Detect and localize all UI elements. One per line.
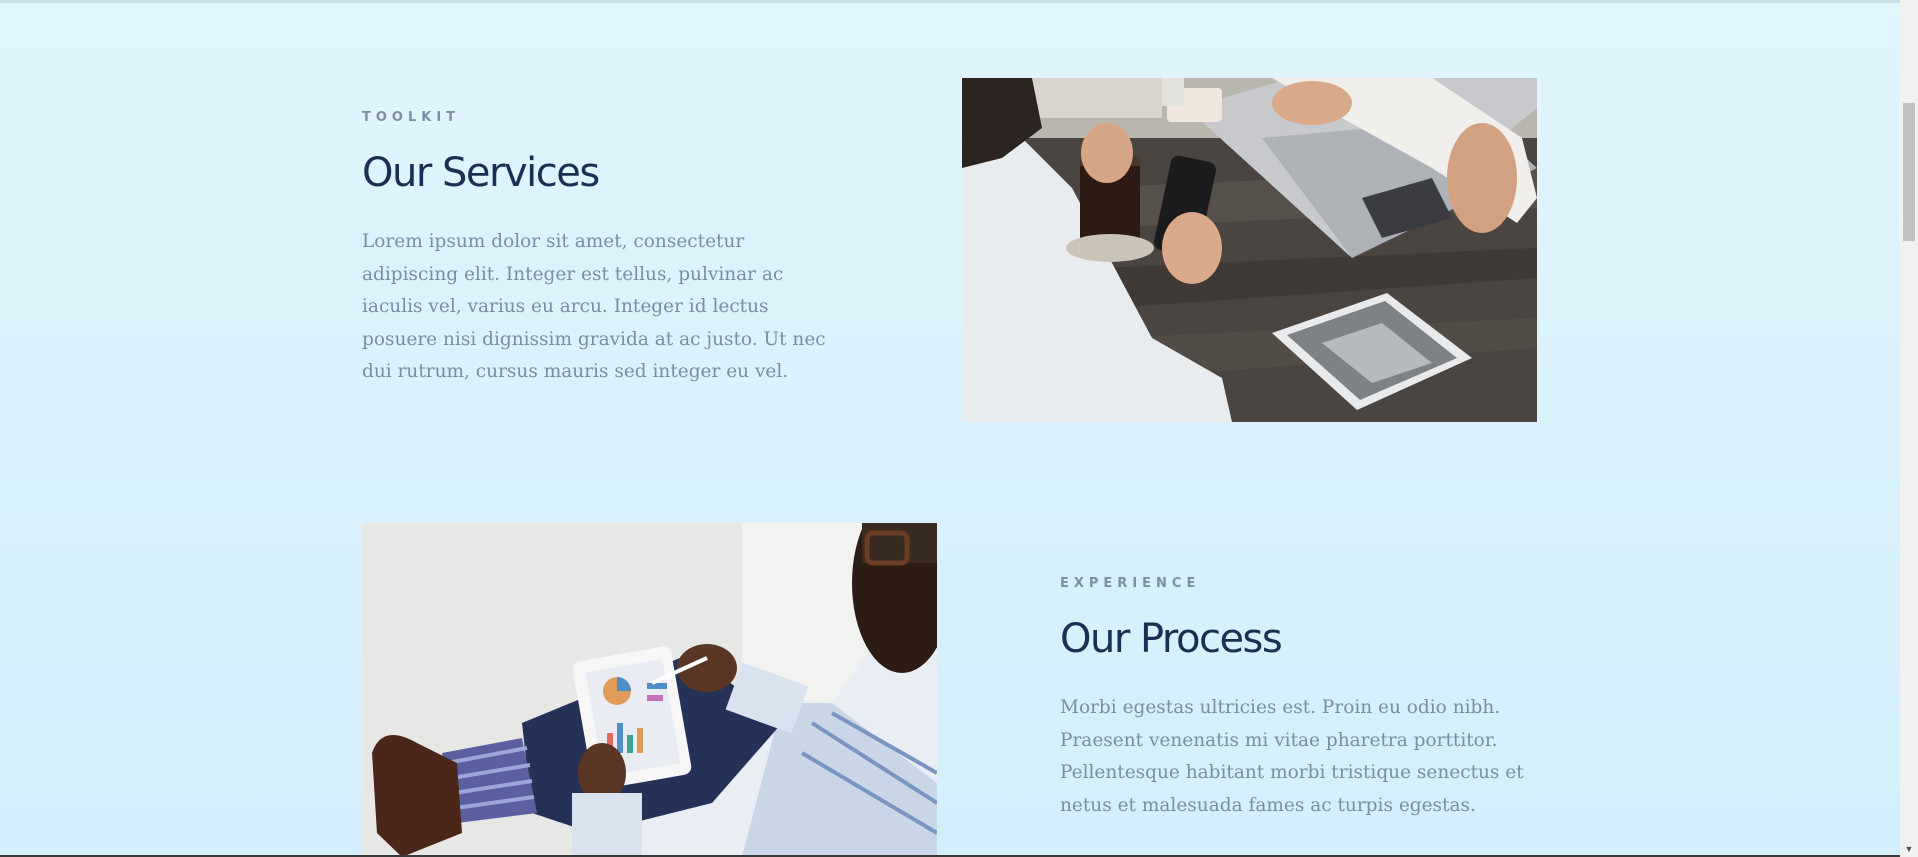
scroll-down-arrow-icon[interactable]: ▼	[1900, 841, 1918, 857]
services-description: Lorem ipsum dolor sit amet, consectetur …	[362, 231, 826, 382]
services-title: Our Services	[362, 150, 600, 196]
process-eyebrow: EXPERIENCE	[1060, 576, 1201, 591]
process-title: Our Process	[1060, 616, 1283, 662]
top-edge-strip	[0, 0, 1900, 3]
vertical-scrollbar[interactable]: ▼	[1900, 0, 1918, 857]
scrollbar-thumb[interactable]	[1903, 103, 1915, 241]
services-eyebrow: TOOLKIT	[362, 110, 461, 125]
services-photo	[962, 78, 1537, 422]
process-photo	[362, 523, 937, 857]
process-description: Morbi egestas ultricies est. Proin eu od…	[1060, 697, 1524, 816]
